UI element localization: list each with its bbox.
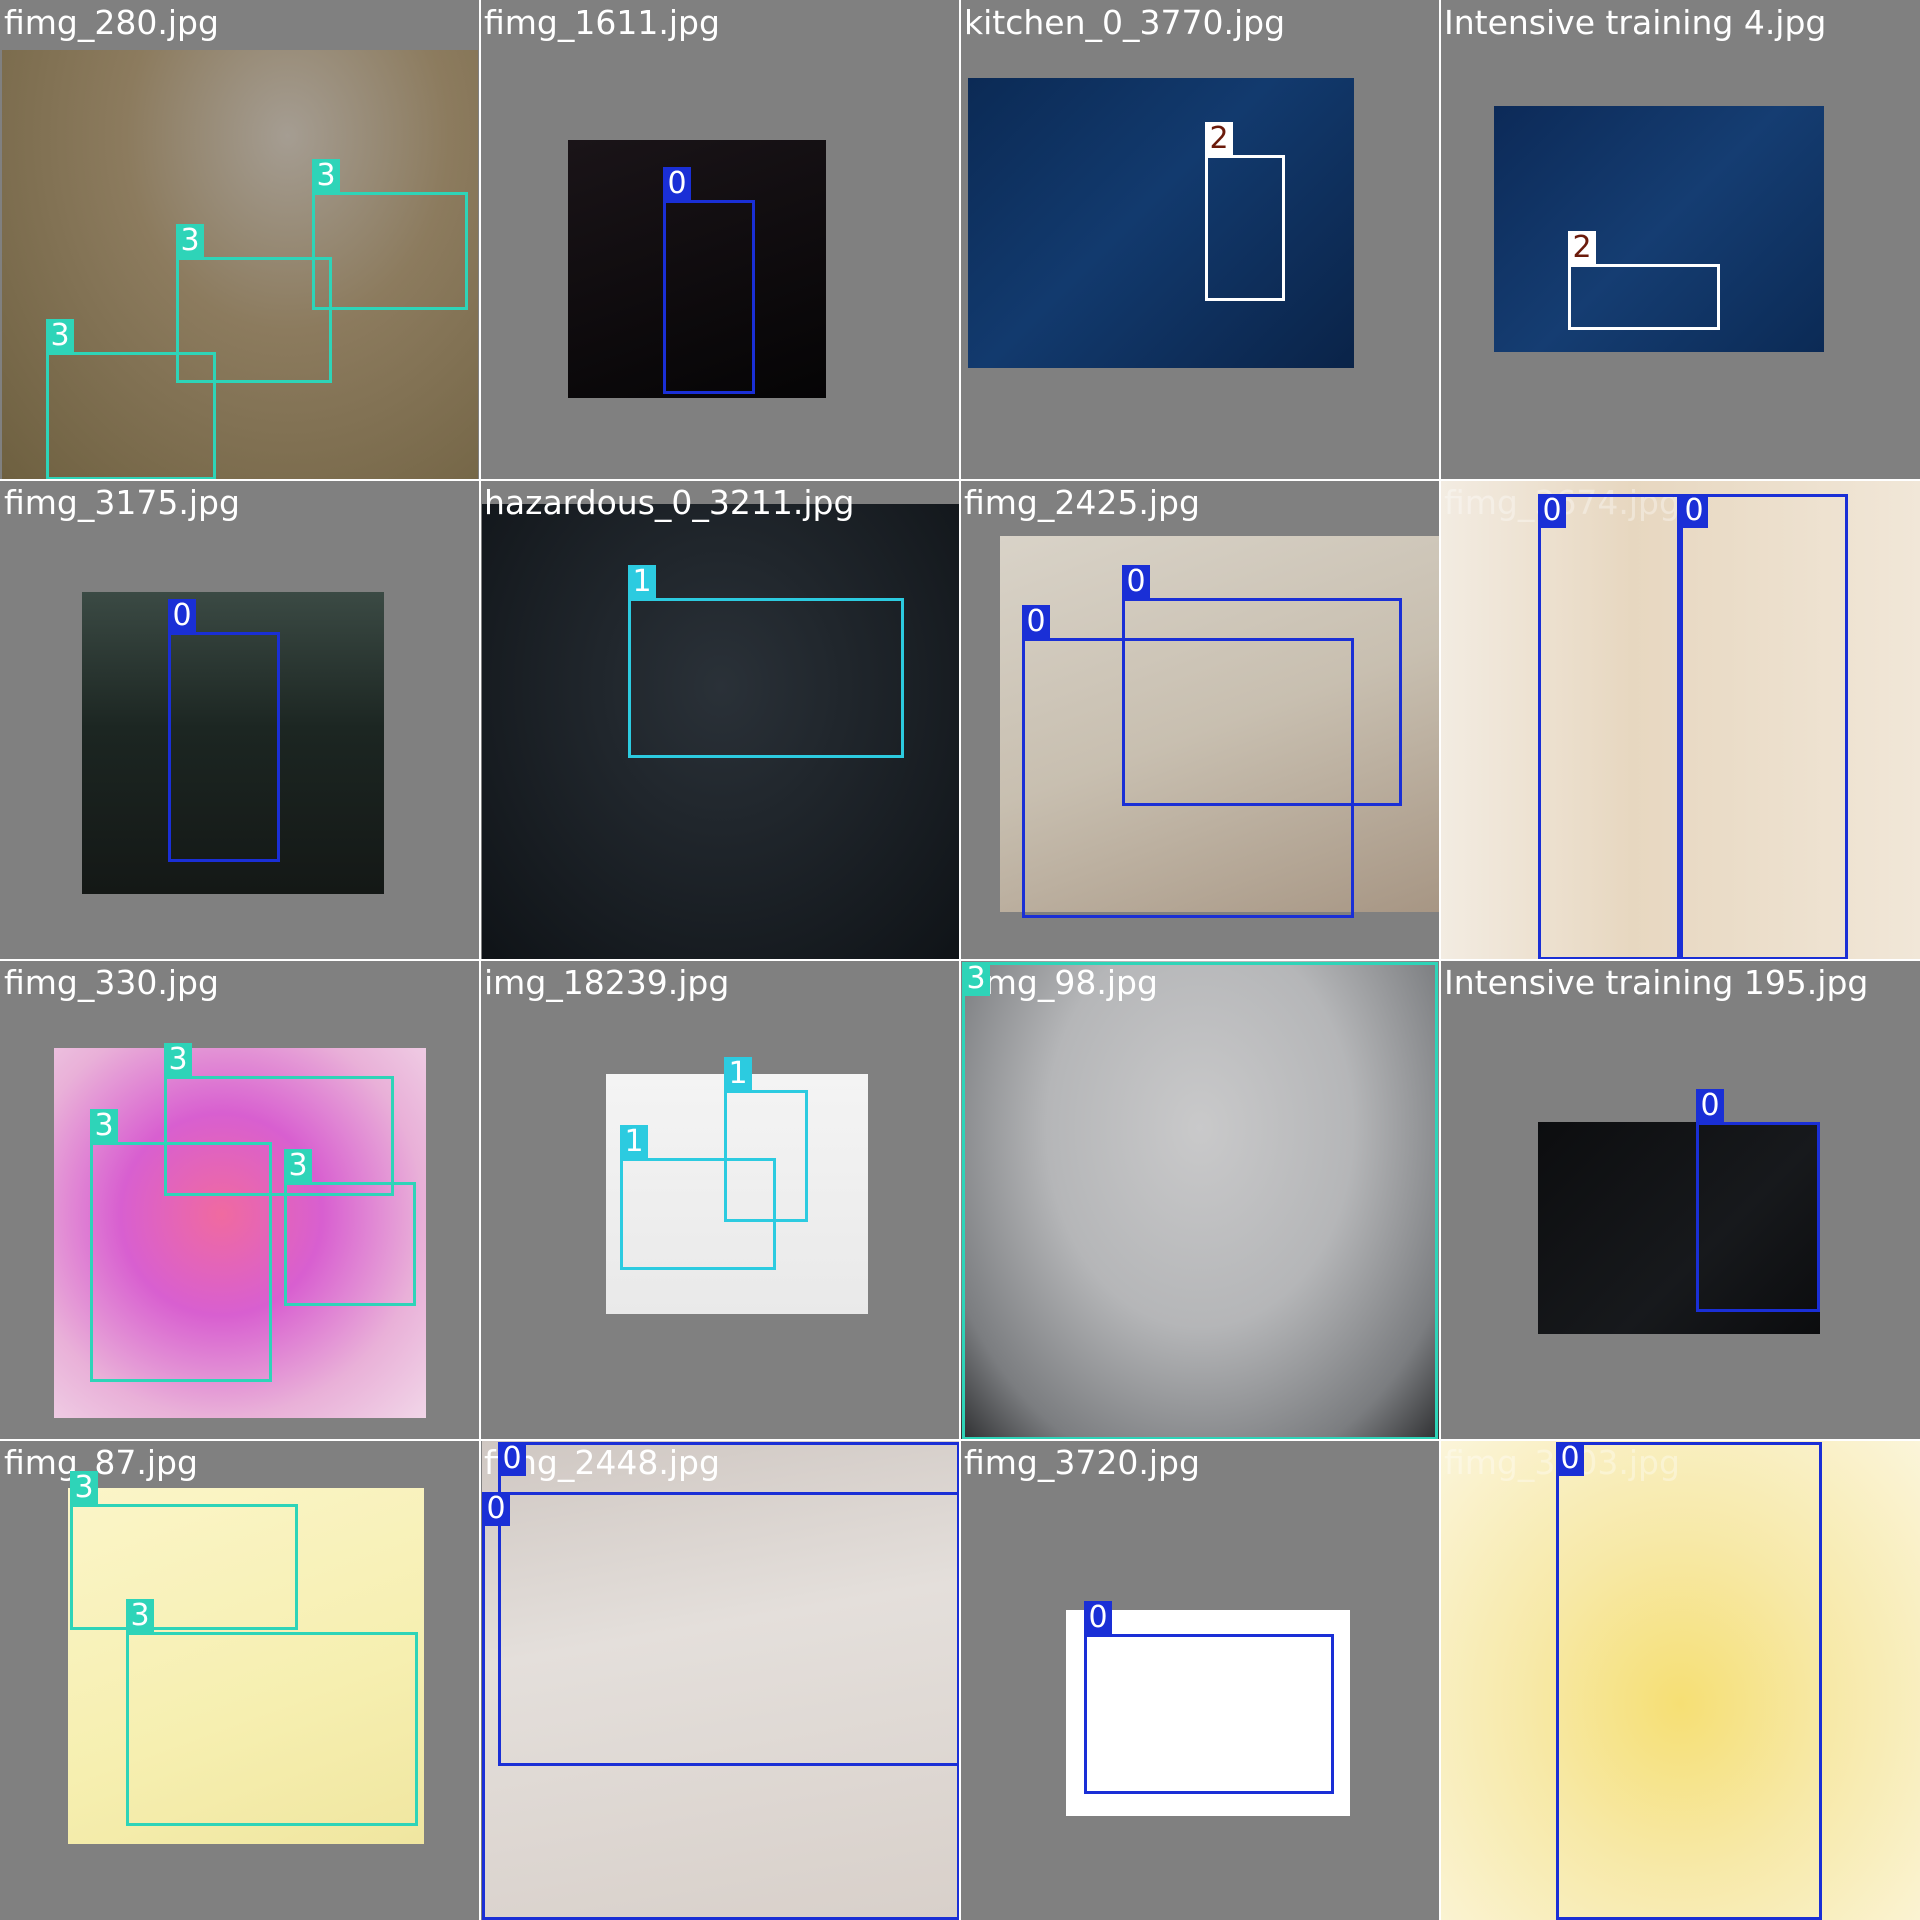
detection-box: 0 xyxy=(1084,1601,1334,1794)
detection-box: 3 xyxy=(126,1599,418,1826)
detection-box: 3 xyxy=(312,159,468,310)
class-label: 0 xyxy=(168,599,196,633)
tile-filename: hazardous_0_3211.jpg xyxy=(484,483,855,522)
tile-filename: Intensive training 195.jpg xyxy=(1444,963,1869,1002)
tile-2: fimg_1611.jpg 0 xyxy=(480,0,960,480)
tile-filename: fimg_3175.jpg xyxy=(4,483,240,522)
class-label: 3 xyxy=(962,962,990,996)
tile-14: fimg_2448.jpg 0 0 xyxy=(480,1440,960,1920)
tile-filename: kitchen_0_3770.jpg xyxy=(964,3,1286,42)
class-label: 0 xyxy=(1538,494,1566,528)
class-label: 1 xyxy=(620,1125,648,1159)
tile-filename: fimg_1611.jpg xyxy=(484,3,720,42)
class-label: 0 xyxy=(498,1442,526,1476)
detection-box: 0 xyxy=(482,1492,960,1920)
grid-divider xyxy=(0,959,1920,961)
detection-box: 1 xyxy=(620,1125,776,1270)
tile-filename: fimg_2425.jpg xyxy=(964,483,1200,522)
detection-box: 0 xyxy=(1696,1089,1820,1312)
tile-11: fimg_98.jpg 3 xyxy=(960,960,1440,1440)
detection-box: 3 xyxy=(70,1471,298,1630)
tile-3: kitchen_0_3770.jpg 2 xyxy=(960,0,1440,480)
detection-box: 0 xyxy=(1556,1442,1822,1920)
grid-divider xyxy=(0,479,1920,481)
class-label: 0 xyxy=(1696,1089,1724,1123)
tile-8: fimg_3674.jpg 0 0 xyxy=(1440,480,1920,960)
class-label: 3 xyxy=(284,1149,312,1183)
tile-1: fimg_280.jpg 3 3 3 xyxy=(0,0,480,480)
class-label: 3 xyxy=(70,1471,98,1505)
detection-grid: fimg_280.jpg 3 3 3 fimg_1611.jpg 0 kitch… xyxy=(0,0,1920,1920)
detection-box: 3 xyxy=(46,319,216,480)
tile-5: fimg_3175.jpg 0 xyxy=(0,480,480,960)
class-label: 3 xyxy=(164,1043,192,1077)
detection-box: 3 xyxy=(90,1109,272,1382)
class-label: 1 xyxy=(724,1057,752,1091)
tile-4: Intensive training 4.jpg 2 xyxy=(1440,0,1920,480)
tile-filename: img_18239.jpg xyxy=(484,963,730,1002)
tile-12: Intensive training 195.jpg 0 xyxy=(1440,960,1920,1440)
tile-filename: Intensive training 4.jpg xyxy=(1444,3,1827,42)
class-label: 2 xyxy=(1205,122,1233,156)
detection-box: 3 xyxy=(962,962,1438,1440)
class-label: 2 xyxy=(1568,231,1596,265)
detection-box: 0 xyxy=(168,599,280,862)
detection-box: 0 xyxy=(1022,605,1354,918)
class-label: 0 xyxy=(1022,605,1050,639)
detection-box: 1 xyxy=(628,565,904,758)
class-label: 0 xyxy=(1122,565,1150,599)
tile-9: fimg_330.jpg 3 3 3 xyxy=(0,960,480,1440)
detection-box: 3 xyxy=(284,1149,416,1306)
tile-filename: fimg_280.jpg xyxy=(4,3,219,42)
class-label: 3 xyxy=(46,319,74,353)
tile-6: hazardous_0_3211.jpg 1 xyxy=(480,480,960,960)
tile-7: fimg_2425.jpg 0 0 xyxy=(960,480,1440,960)
class-label: 0 xyxy=(1556,1442,1584,1476)
tile-13: fimg_87.jpg 3 3 xyxy=(0,1440,480,1920)
tile-16: fimg_3903.jpg 0 xyxy=(1440,1440,1920,1920)
tile-10: img_18239.jpg 1 1 xyxy=(480,960,960,1440)
class-label: 3 xyxy=(312,159,340,193)
class-label: 0 xyxy=(663,167,691,201)
class-label: 0 xyxy=(1084,1601,1112,1635)
detection-box: 0 xyxy=(663,167,755,394)
tile-filename: fimg_87.jpg xyxy=(4,1443,198,1482)
class-label: 0 xyxy=(1680,494,1708,528)
class-label: 0 xyxy=(482,1492,510,1526)
tile-image xyxy=(968,78,1354,368)
detection-box: 2 xyxy=(1205,122,1285,301)
class-label: 3 xyxy=(176,224,204,258)
class-label: 1 xyxy=(628,565,656,599)
tile-filename: fimg_3720.jpg xyxy=(964,1443,1200,1482)
detection-box: 0 xyxy=(1680,494,1848,960)
grid-divider xyxy=(0,1439,1920,1441)
class-label: 3 xyxy=(90,1109,118,1143)
detection-box: 0 xyxy=(1538,494,1680,960)
detection-box: 2 xyxy=(1568,231,1720,330)
class-label: 3 xyxy=(126,1599,154,1633)
tile-filename: fimg_330.jpg xyxy=(4,963,219,1002)
tile-15: fimg_3720.jpg 0 xyxy=(960,1440,1440,1920)
